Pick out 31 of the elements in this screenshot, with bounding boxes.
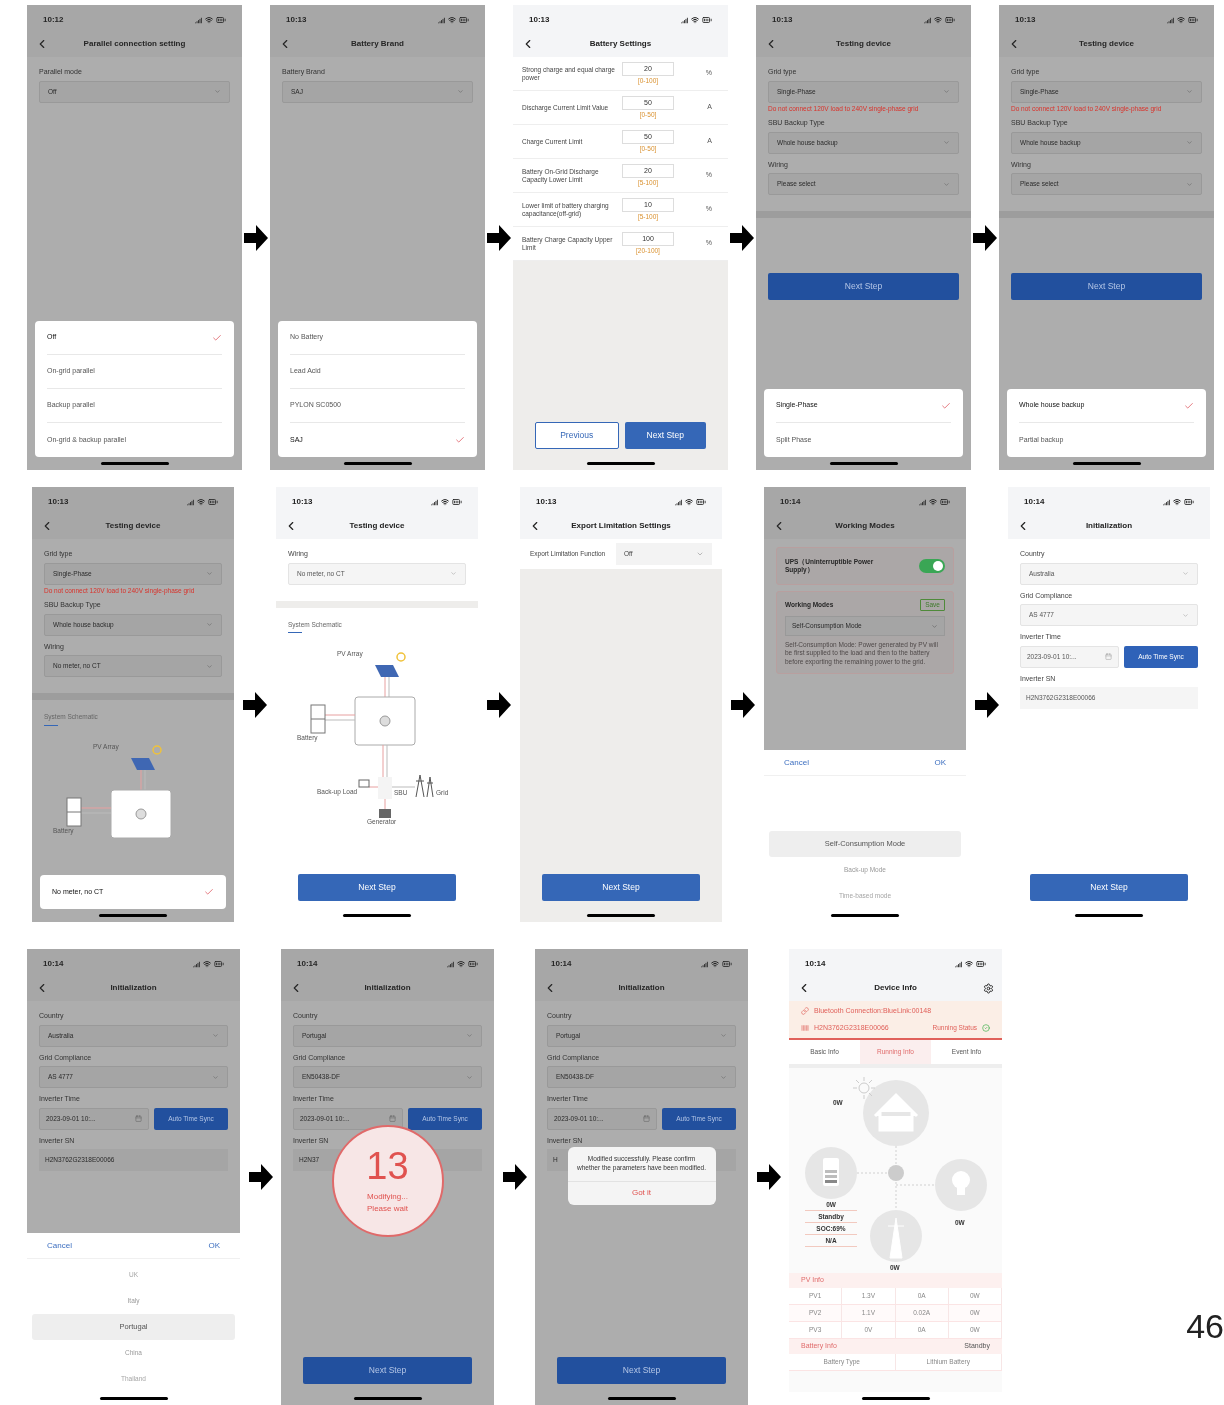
status-time: 10:13 [536,496,557,508]
status-time: 10:14 [805,958,826,970]
status-time: 10:14 [297,958,318,970]
screen-title: Battery Brand [350,38,405,50]
loading-message: Modifying... Please wait [367,1191,408,1215]
screen-title: Testing device [1078,38,1135,50]
screen-title: Initialization [363,982,412,994]
screen-title: Testing device [835,38,892,50]
screen-title: Export Limitation Settings [570,520,672,532]
screen-title: Initialization [109,982,158,994]
status-time: 10:13 [292,496,313,508]
status-time: 10:13 [1015,14,1036,26]
screen-title: Device Info [873,982,918,994]
page-number: 46 [1186,1309,1224,1343]
status-time: 10:14 [1024,496,1045,508]
status-time: 10:14 [551,958,572,970]
status-time: 10:12 [43,14,64,26]
status-time: 10:13 [529,14,550,26]
countdown-number: 13 [366,1147,409,1185]
status-time: 10:13 [772,14,793,26]
screen-title: Initialization [1084,520,1134,532]
status-time: 10:13 [286,14,307,26]
screen-title: Battery Settings [588,38,653,50]
screen-title: Parallel connection setting [82,38,187,50]
screen-title: Testing device [104,520,162,532]
screen-title: Initialization [617,982,666,994]
screen-title: Working Modes [834,520,896,532]
status-time: 10:14 [780,496,801,508]
status-time: 10:14 [43,958,64,970]
screen-title: Testing device [348,520,406,532]
status-time: 10:13 [48,496,69,508]
